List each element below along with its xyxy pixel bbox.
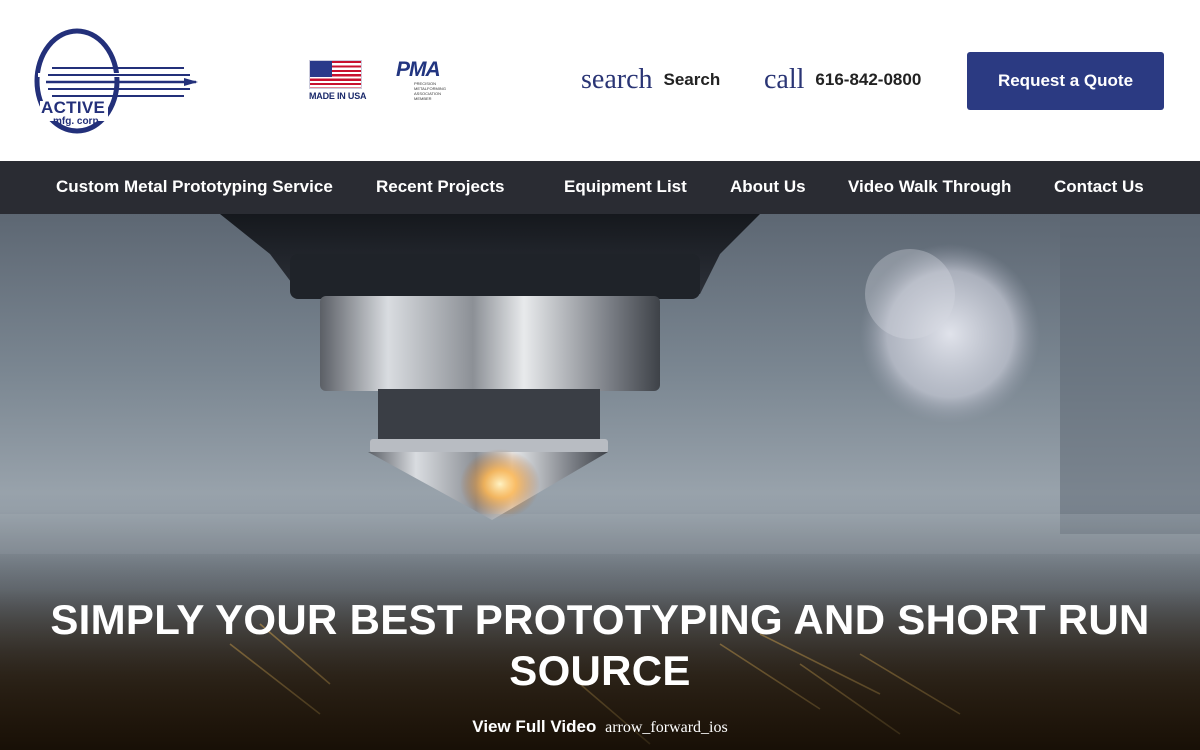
view-full-video-label: View Full Video (472, 717, 597, 736)
nav-item-custom-metal-prototyping[interactable]: Custom Metal Prototyping Service (56, 161, 333, 214)
made-in-usa-text: MADE IN USA (309, 91, 367, 101)
site-header: ACTIVE mfg. corp. MADE IN USA PMA PRECIS… (0, 0, 1200, 161)
logo-subtitle: mfg. corp. (53, 116, 102, 127)
pma-member-badge: PMA PRECISION METALFORMING ASSOCIATION M… (396, 58, 452, 104)
request-quote-button[interactable]: Request a Quote (967, 52, 1164, 110)
main-nav: Custom Metal Prototyping Service Recent … (0, 161, 1200, 214)
logo-name: ACTIVE (41, 98, 106, 117)
active-mfg-logo[interactable]: ACTIVE mfg. corp. (34, 28, 199, 136)
us-flag-icon (309, 60, 362, 89)
search-label: Search (663, 70, 721, 89)
nav-item-equipment-list[interactable]: Equipment List (564, 161, 687, 214)
nav-item-contact-us[interactable]: Contact Us (1054, 161, 1144, 214)
pma-caption-line: MEMBER (414, 96, 432, 101)
nav-item-recent-projects[interactable]: Recent Projects (376, 161, 505, 214)
search-button[interactable]: search Search (581, 62, 720, 98)
view-full-video-link[interactable]: View Full Video arrow_forward_ios (0, 717, 1200, 737)
hero-title: SIMPLY YOUR BEST PROTOTYPING AND SHORT R… (50, 596, 1150, 694)
nav-item-about-us[interactable]: About Us (730, 161, 806, 214)
phone-number: 616-842-0800 (815, 70, 922, 89)
pma-logo-text: PMA (396, 58, 441, 81)
nav-item-video-walk-through[interactable]: Video Walk Through (848, 161, 1011, 214)
hero-banner: SIMPLY YOUR BEST PROTOTYPING AND SHORT R… (0, 214, 1200, 750)
arrow-forward-icon: arrow_forward_ios (605, 719, 728, 736)
search-icon: search (581, 64, 653, 95)
pma-caption: PRECISION METALFORMING ASSOCIATION MEMBE… (414, 81, 452, 101)
call-link[interactable]: call 616-842-0800 (764, 62, 921, 98)
call-icon: call (764, 64, 805, 95)
made-in-usa-badge: MADE IN USA (309, 60, 367, 102)
